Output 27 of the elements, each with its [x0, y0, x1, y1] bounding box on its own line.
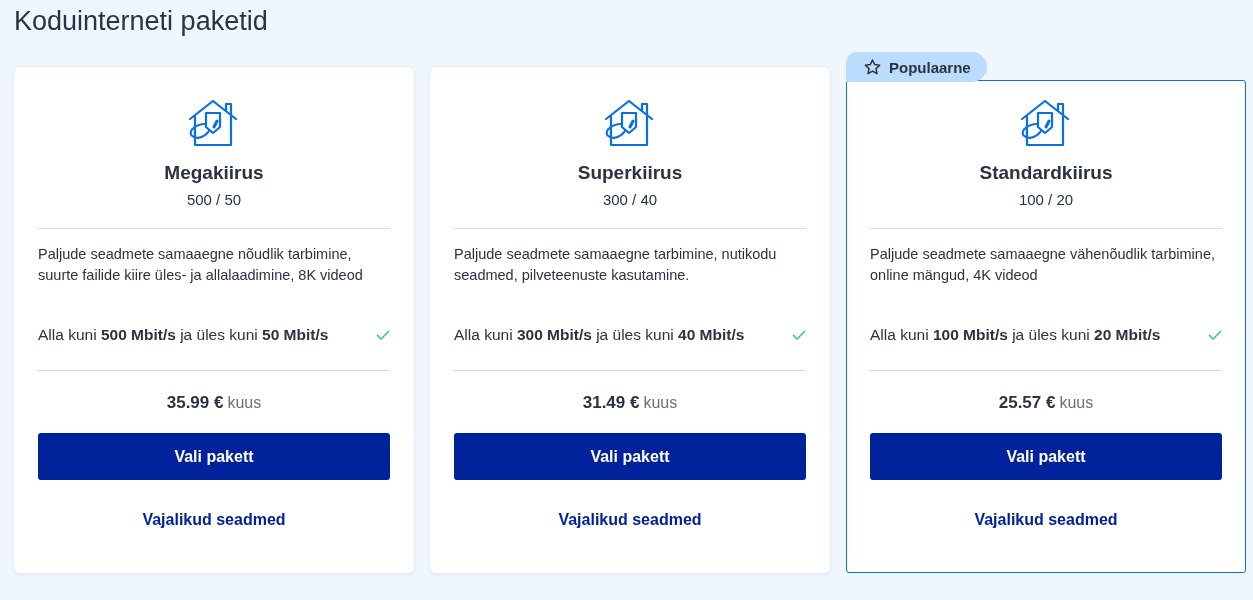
speed-feature: Alla kuni 500 Mbit/s ja üles kuni 50 Mbit/s	[38, 326, 329, 344]
price-period: kuus	[227, 394, 262, 412]
plan-name: Superkiirus	[577, 161, 683, 185]
price: 35.99 €	[166, 393, 224, 413]
price-period: kuus	[1059, 394, 1094, 412]
speed-feature: Alla kuni 100 Mbit/s ja üles kuni 20 Mbit/s	[870, 326, 1161, 344]
plan-description: Paljude seadmete samaaegne nõudlik tarbimine, suurte failide kiire üles- ja allalaadimine, 8K videod	[38, 245, 364, 285]
select-plan-button[interactable]: Vali pakett	[38, 433, 390, 480]
star-icon	[864, 59, 881, 75]
devices-link[interactable]: Vajalikud seadmed	[142, 511, 286, 529]
price-period: kuus	[643, 394, 678, 412]
price: 31.49 €	[582, 393, 640, 413]
select-plan-button[interactable]: Vali pakett	[454, 433, 806, 480]
devices-link[interactable]: Vajalikud seadmed	[558, 511, 702, 529]
plan-speeds: 100 / 20	[1018, 190, 1074, 210]
select-plan-button[interactable]: Vali pakett	[870, 433, 1222, 480]
popular-badge: Populaarne	[846, 52, 987, 82]
devices-link[interactable]: Vajalikud seadmed	[974, 511, 1118, 529]
page-title: Koduinterneti paketid	[14, 5, 269, 38]
plan-name: Megakiirus	[164, 161, 264, 185]
plan-speeds: 500 / 50	[186, 190, 242, 210]
plan-speeds: 300 / 40	[602, 190, 658, 210]
plan-name: Standardkiirus	[979, 161, 1113, 185]
price: 25.57 €	[998, 393, 1056, 413]
plan-description: Paljude seadmete samaaegne tarbimine, nutikodu seadmed, pilveteenuste kasutamine.	[454, 245, 778, 285]
plan-description: Paljude seadmete samaaegne vähenõudlik tarbimine, online mängud, 4K videod	[870, 245, 1216, 285]
speed-feature: Alla kuni 300 Mbit/s ja üles kuni 40 Mbit/s	[454, 326, 745, 344]
